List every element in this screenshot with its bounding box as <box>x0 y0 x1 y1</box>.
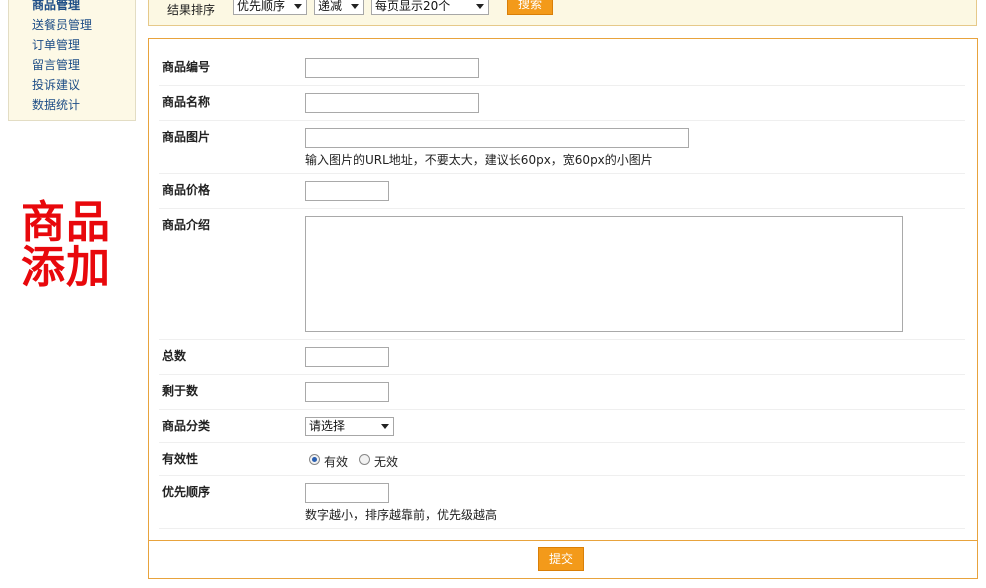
page-title-line2: 添加 <box>21 242 111 293</box>
validity-invalid-radio[interactable] <box>359 454 370 465</box>
validity-invalid-label[interactable]: 无效 <box>374 453 398 470</box>
product-name-input[interactable] <box>305 93 479 113</box>
sidebar-item-products[interactable]: 商品管理 <box>32 0 135 15</box>
product-price-input[interactable] <box>305 181 389 201</box>
page-title-line1: 商品 <box>21 197 111 248</box>
filter-bar: 结果排序 优先顺序 递减 每页显示20个 搜索 <box>148 0 977 26</box>
validity-valid-radio[interactable] <box>309 454 320 465</box>
search-button[interactable]: 搜索 <box>507 0 553 15</box>
remaining-input[interactable] <box>305 382 389 402</box>
product-form: 商品编号 商品名称 商品图片 输入图片的URL地址，不要太大，建议长60px，宽… <box>148 38 978 541</box>
row-product-image: 商品图片 输入图片的URL地址，不要太大，建议长60px，宽60px的小图片 <box>159 121 965 174</box>
submit-button[interactable]: 提交 <box>538 547 584 571</box>
sort-field-value: 优先顺序 <box>237 0 286 13</box>
sort-order-value: 递减 <box>318 0 343 13</box>
sidebar-item-couriers[interactable]: 送餐员管理 <box>32 15 135 35</box>
chevron-down-icon <box>294 4 302 9</box>
category-value: 请选择 <box>309 419 346 433</box>
row-remaining: 剩于数 <box>159 375 965 410</box>
product-intro-textarea[interactable] <box>305 216 903 332</box>
row-priority: 优先顺序 数字越小，排序越靠前，优先级越高 <box>159 476 965 529</box>
priority-label: 优先顺序 <box>162 485 211 499</box>
product-price-label: 商品价格 <box>162 183 211 197</box>
chevron-down-icon <box>381 424 389 429</box>
sidebar-item-statistics[interactable]: 数据统计 <box>32 95 135 115</box>
sort-order-select[interactable]: 递减 <box>314 0 364 15</box>
total-label: 总数 <box>162 349 187 363</box>
priority-input[interactable] <box>305 483 389 503</box>
total-input[interactable] <box>305 347 389 367</box>
row-total: 总数 <box>159 340 965 375</box>
row-product-name: 商品名称 <box>159 86 965 121</box>
product-image-hint: 输入图片的URL地址，不要太大，建议长60px，宽60px的小图片 <box>305 153 653 167</box>
validity-valid-label[interactable]: 有效 <box>324 453 348 470</box>
page-size-select[interactable]: 每页显示20个 <box>371 0 489 15</box>
row-product-id: 商品编号 <box>159 51 965 86</box>
category-label: 商品分类 <box>162 419 211 433</box>
product-image-label: 商品图片 <box>162 130 211 144</box>
product-id-input[interactable] <box>305 58 479 78</box>
row-validity: 有效性 有效 无效 <box>159 443 965 476</box>
product-intro-label: 商品介绍 <box>162 218 211 232</box>
category-select[interactable]: 请选择 <box>305 417 394 436</box>
chevron-down-icon <box>476 4 484 9</box>
page-size-value: 每页显示20个 <box>375 0 451 13</box>
sidebar-item-messages[interactable]: 留言管理 <box>32 55 135 75</box>
sort-field-select[interactable]: 优先顺序 <box>233 0 307 15</box>
priority-hint: 数字越小，排序越靠前，优先级越高 <box>305 508 498 522</box>
row-category: 商品分类 请选择 <box>159 410 965 443</box>
sort-label: 结果排序 <box>167 3 216 17</box>
sidebar-item-orders[interactable]: 订单管理 <box>32 35 135 55</box>
row-product-price: 商品价格 <box>159 174 965 209</box>
sidebar: 商品管理 送餐员管理 订单管理 留言管理 投诉建议 数据统计 <box>8 0 136 121</box>
chevron-down-icon <box>351 4 359 9</box>
product-id-label: 商品编号 <box>162 60 211 74</box>
sidebar-menu: 商品管理 送餐员管理 订单管理 留言管理 投诉建议 数据统计 <box>9 0 135 115</box>
product-image-input[interactable] <box>305 128 689 148</box>
product-name-label: 商品名称 <box>162 95 211 109</box>
form-footer: 提交 <box>148 541 978 579</box>
row-product-intro: 商品介绍 <box>159 209 965 340</box>
remaining-label: 剩于数 <box>162 384 199 398</box>
page-title: 商品 添加 <box>21 200 111 290</box>
sidebar-item-complaints[interactable]: 投诉建议 <box>32 75 135 95</box>
validity-label: 有效性 <box>162 452 199 466</box>
